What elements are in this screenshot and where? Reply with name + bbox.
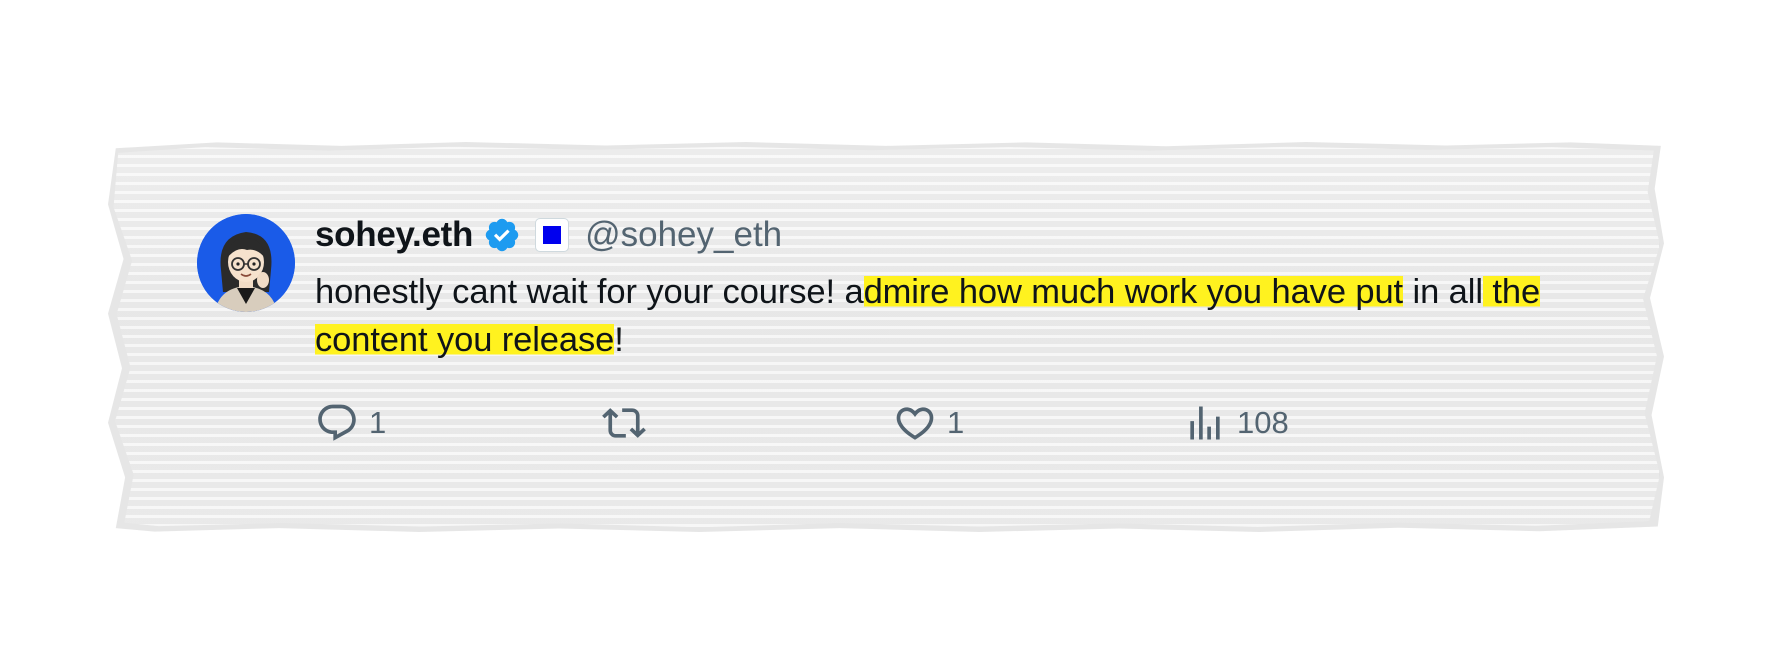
heart-icon [893, 401, 937, 445]
tweet-text-highlight: dmire how much work you have put [863, 273, 1404, 311]
reply-count: 1 [369, 405, 387, 440]
views-count: 108 [1237, 405, 1289, 440]
tweet-actions: 1 1 108 [315, 400, 1615, 446]
views-button[interactable]: 108 [1183, 400, 1289, 446]
tweet-text: honestly cant wait for your course! admi… [315, 268, 1615, 364]
retweet-button[interactable] [602, 400, 656, 446]
reply-icon [315, 401, 359, 445]
display-name[interactable]: sohey.eth [315, 215, 473, 255]
tweet-header: sohey.eth @sohey_eth [315, 210, 1615, 260]
tweet-content: sohey.eth @sohey_eth honestly cant wait … [315, 210, 1615, 364]
tweet-text-segment: ! [614, 321, 624, 359]
retweet-icon [602, 401, 646, 445]
tweet-text-segment: in all [1403, 273, 1483, 311]
reply-button[interactable]: 1 [315, 400, 386, 446]
verified-badge-icon[interactable] [483, 216, 521, 254]
user-handle[interactable]: @sohey_eth [585, 215, 782, 255]
like-count: 1 [947, 405, 965, 440]
like-button[interactable]: 1 [893, 400, 964, 446]
tweet-text-segment: honestly cant wait for your course! a [315, 273, 864, 311]
affiliate-badge-icon[interactable] [535, 218, 570, 252]
views-icon [1183, 401, 1227, 445]
avatar[interactable] [197, 214, 295, 312]
avatar-illustration [197, 214, 295, 312]
affiliate-square-icon [543, 226, 562, 244]
